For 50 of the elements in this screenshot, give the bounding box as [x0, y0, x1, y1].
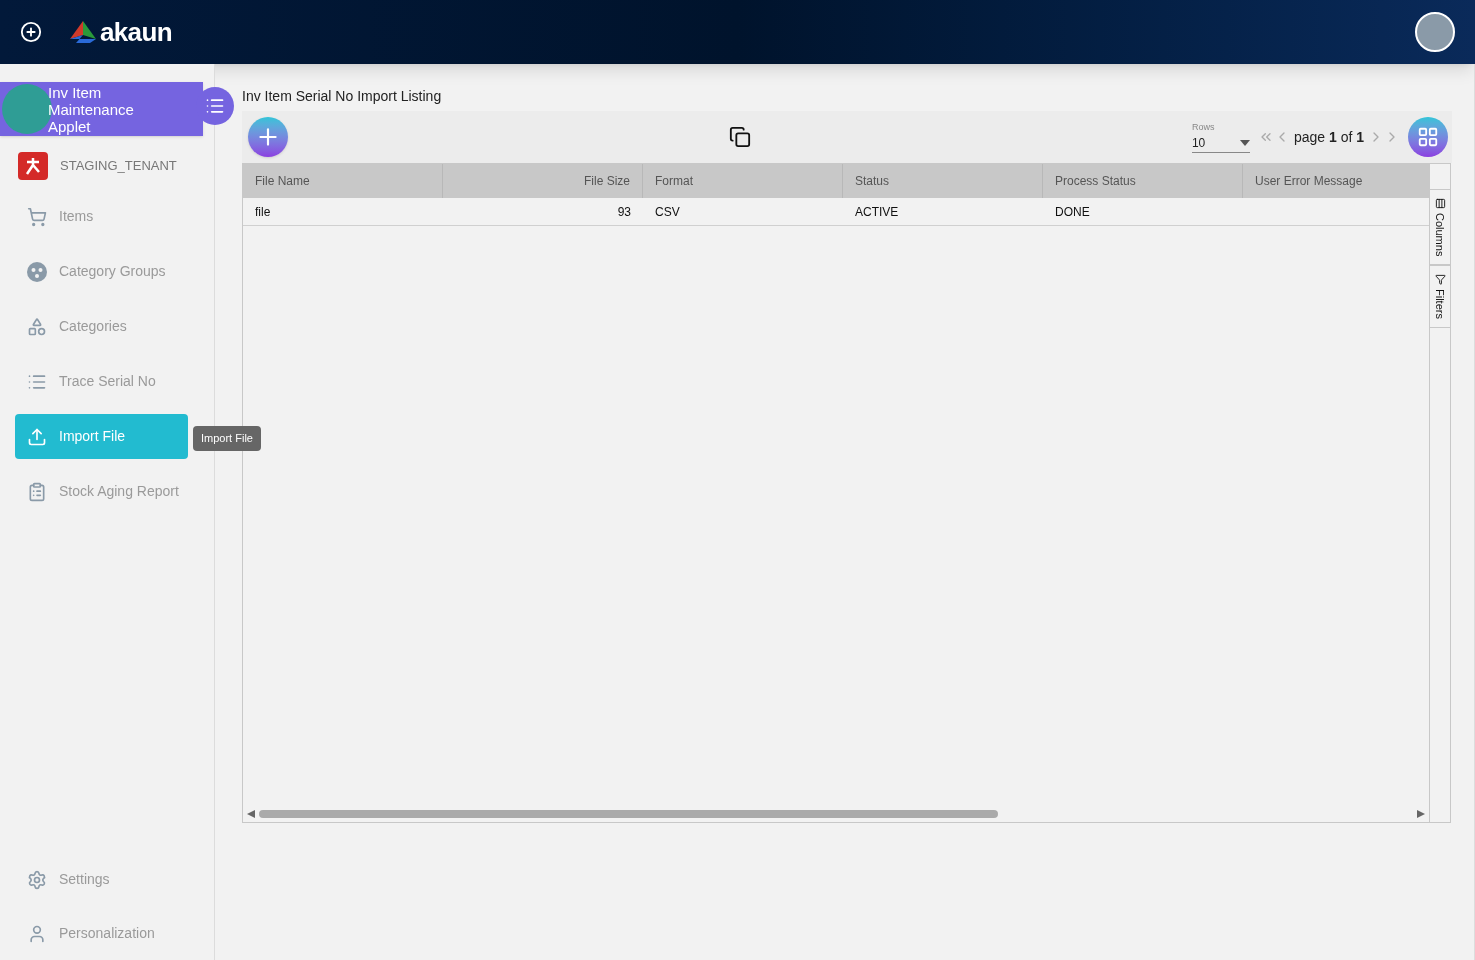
sidebar-item[interactable]: Import File — [15, 414, 188, 459]
cart-icon — [27, 206, 47, 227]
column-header[interactable]: Status — [843, 164, 1043, 198]
table-cell-text: ACTIVE — [855, 203, 899, 221]
scroll-thumb[interactable] — [259, 810, 998, 818]
tenant-name: STAGING_TENANT — [60, 157, 177, 176]
sidebar-item[interactable]: Stock Aging Report — [15, 469, 188, 514]
upload-icon — [27, 426, 47, 447]
column-header[interactable]: Format — [643, 164, 843, 198]
sidebar-item[interactable]: Items — [15, 194, 188, 239]
column-header[interactable]: User Error Message — [1243, 164, 1429, 198]
sidebar-item[interactable]: Trace Serial No — [15, 359, 188, 404]
grid-view-button[interactable] — [1408, 117, 1448, 157]
sidebar-item[interactable]: Category Groups — [15, 249, 188, 294]
dots-circle-icon — [27, 261, 47, 282]
filter-icon — [1434, 274, 1446, 286]
column-header[interactable]: File Name — [243, 164, 443, 198]
page-indicator: page 1 of 1 — [1293, 127, 1364, 147]
sidebar-item[interactable]: Settings — [27, 869, 214, 890]
rows-label: Rows — [1191, 120, 1216, 134]
table-cell-text: DONE — [1055, 203, 1090, 221]
column-header[interactable]: Process Status — [1043, 164, 1243, 198]
sidebar-item[interactable]: Personalization — [27, 923, 214, 944]
page-title: Inv Item Serial No Import Listing — [242, 87, 443, 106]
add-button[interactable] — [248, 117, 288, 157]
avatar[interactable] — [1415, 12, 1455, 52]
side-tab[interactable]: Filters — [1430, 265, 1450, 329]
figure-icon — [23, 156, 43, 176]
gear-icon — [27, 869, 47, 890]
copy-icon[interactable] — [728, 126, 751, 148]
logo-text: akaun — [100, 15, 172, 49]
menu-icon — [205, 96, 225, 116]
columns-icon — [1434, 198, 1446, 209]
rows-select[interactable]: 10 — [1191, 134, 1250, 154]
sidebar-item[interactable]: Categories — [15, 304, 188, 349]
tooltip: Import File — [193, 426, 261, 451]
grid-icon — [1417, 126, 1439, 148]
side-tab[interactable]: Columns — [1430, 189, 1450, 266]
add-circle-icon[interactable] — [20, 21, 42, 43]
triangle-logo-icon — [70, 21, 96, 43]
table-cell-text: file — [255, 203, 271, 221]
column-header[interactable]: File Size — [443, 164, 643, 198]
person-icon — [27, 923, 47, 944]
scroll-left-icon — [247, 810, 255, 818]
caret-icon — [1239, 140, 1250, 147]
shapes-icon — [27, 316, 47, 337]
table-cell-text: CSV — [655, 203, 680, 221]
table-cell-text: 93 — [617, 203, 631, 221]
applet-title: Inv Item Maintenance Applet — [48, 83, 135, 135]
scroll-right-icon — [1417, 810, 1425, 818]
